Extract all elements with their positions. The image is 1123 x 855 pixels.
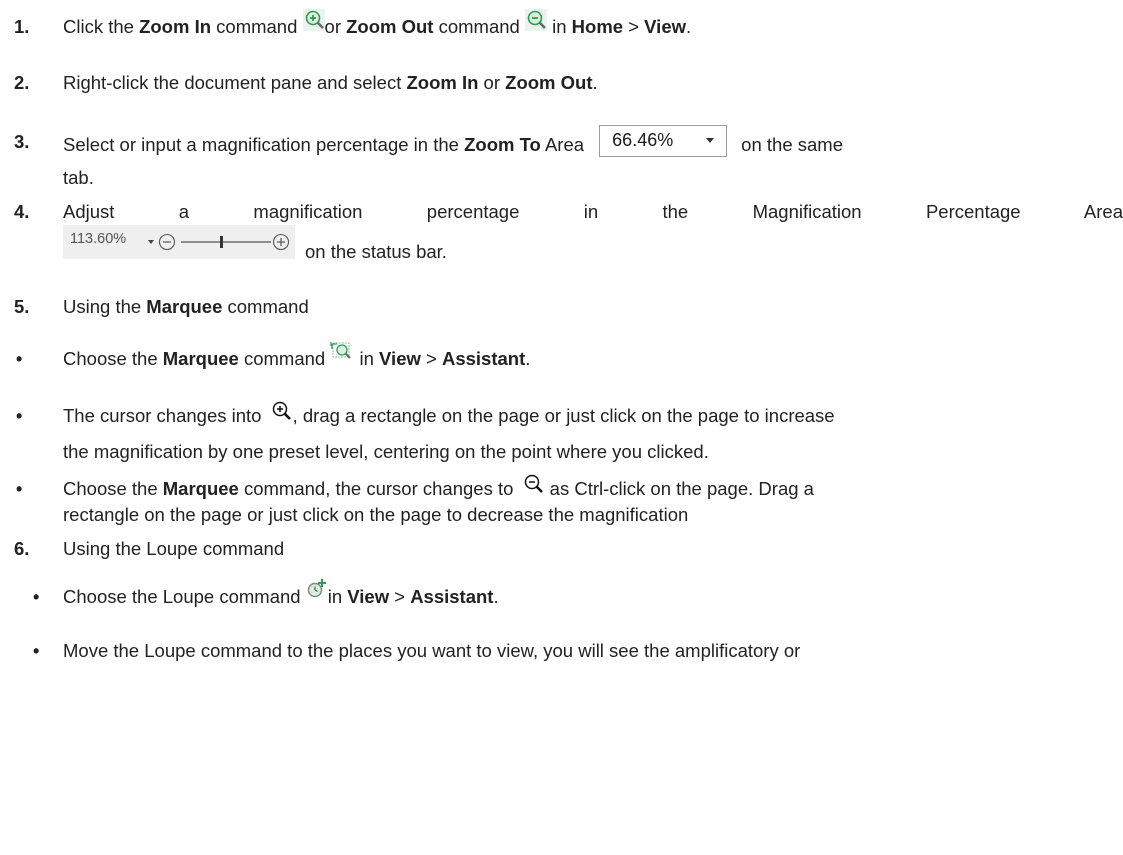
zoom-out-icon (524, 9, 547, 32)
zoom-out-label: Zoom Out (346, 16, 434, 37)
assistant-group-label: Assistant (441, 348, 526, 369)
text: or (324, 16, 347, 37)
text: in (546, 16, 572, 37)
text: Using the (63, 296, 147, 317)
marquee-zoom-icon (330, 340, 354, 362)
text: . (525, 348, 531, 369)
zoom-out-cursor-icon (523, 473, 545, 495)
text: Choose the (63, 348, 163, 369)
bullet: • (16, 406, 23, 426)
text: > (389, 586, 411, 607)
view-group-label: View (644, 16, 686, 37)
text: > (420, 348, 442, 369)
text: Choose the (63, 478, 163, 499)
step-number: 6. (14, 538, 30, 559)
slider-thumb[interactable] (220, 236, 223, 248)
text: in (354, 348, 380, 369)
text: . (686, 16, 692, 37)
text: Right-click the document pane and select (63, 72, 407, 93)
magnification-status-bar: 113.60% (63, 225, 295, 259)
bullet: • (16, 479, 23, 499)
view-tab-label: View (347, 586, 390, 607)
zoom-out-label: Zoom Out (505, 72, 593, 93)
assistant-group-label: Assistant (410, 586, 494, 607)
zoom-in-icon (302, 9, 325, 32)
zoom-to-label: Zoom To (464, 133, 541, 155)
marquee-label: Marquee (146, 296, 223, 317)
zoom-to-value: 66.46% (612, 130, 674, 150)
text: command, the cursor changes to (238, 478, 519, 499)
view-tab-label: View (379, 348, 421, 369)
text: Select or input a magnification percenta… (63, 133, 465, 155)
document-page: { "steps": [ { "number": "1.", "parts": … (0, 0, 1123, 855)
chevron-down-icon (706, 138, 715, 143)
zoom-to-dropdown[interactable]: 66.46% (599, 125, 728, 157)
text: The cursor changes into (63, 405, 267, 426)
text: command (433, 16, 525, 37)
text: on the same (741, 133, 843, 155)
text: , drag a rectangle on the page or just c… (292, 405, 835, 426)
text: command (222, 296, 309, 317)
bullet: • (33, 641, 40, 661)
zoom-in-label: Zoom In (406, 72, 479, 93)
zoom-in-label: Zoom In (139, 16, 212, 37)
step-number: 3. (14, 131, 30, 152)
text: Choose the Loupe command (63, 586, 306, 607)
text: as Ctrl-click on the page. Drag a (544, 478, 814, 499)
text: Area (540, 133, 590, 155)
text: or (478, 72, 506, 93)
step-number: 2. (14, 72, 30, 93)
text: > (623, 16, 645, 37)
text: command (211, 16, 303, 37)
text: . (493, 586, 499, 607)
text: in (327, 586, 348, 607)
text: Click the (63, 16, 140, 37)
bullet: • (33, 587, 40, 607)
home-tab-label: Home (571, 16, 624, 37)
marquee-label: Marquee (162, 348, 239, 369)
step-number: 5. (14, 296, 30, 317)
loupe-icon (306, 578, 328, 600)
text: . (592, 72, 598, 93)
bullet: • (16, 349, 23, 369)
marquee-label: Marquee (162, 478, 239, 499)
step-number: 4. (14, 201, 30, 222)
zoom-in-cursor-icon (271, 400, 293, 422)
step-number: 1. (14, 16, 30, 37)
magnification-slider[interactable] (63, 225, 295, 259)
text: command (238, 348, 331, 369)
